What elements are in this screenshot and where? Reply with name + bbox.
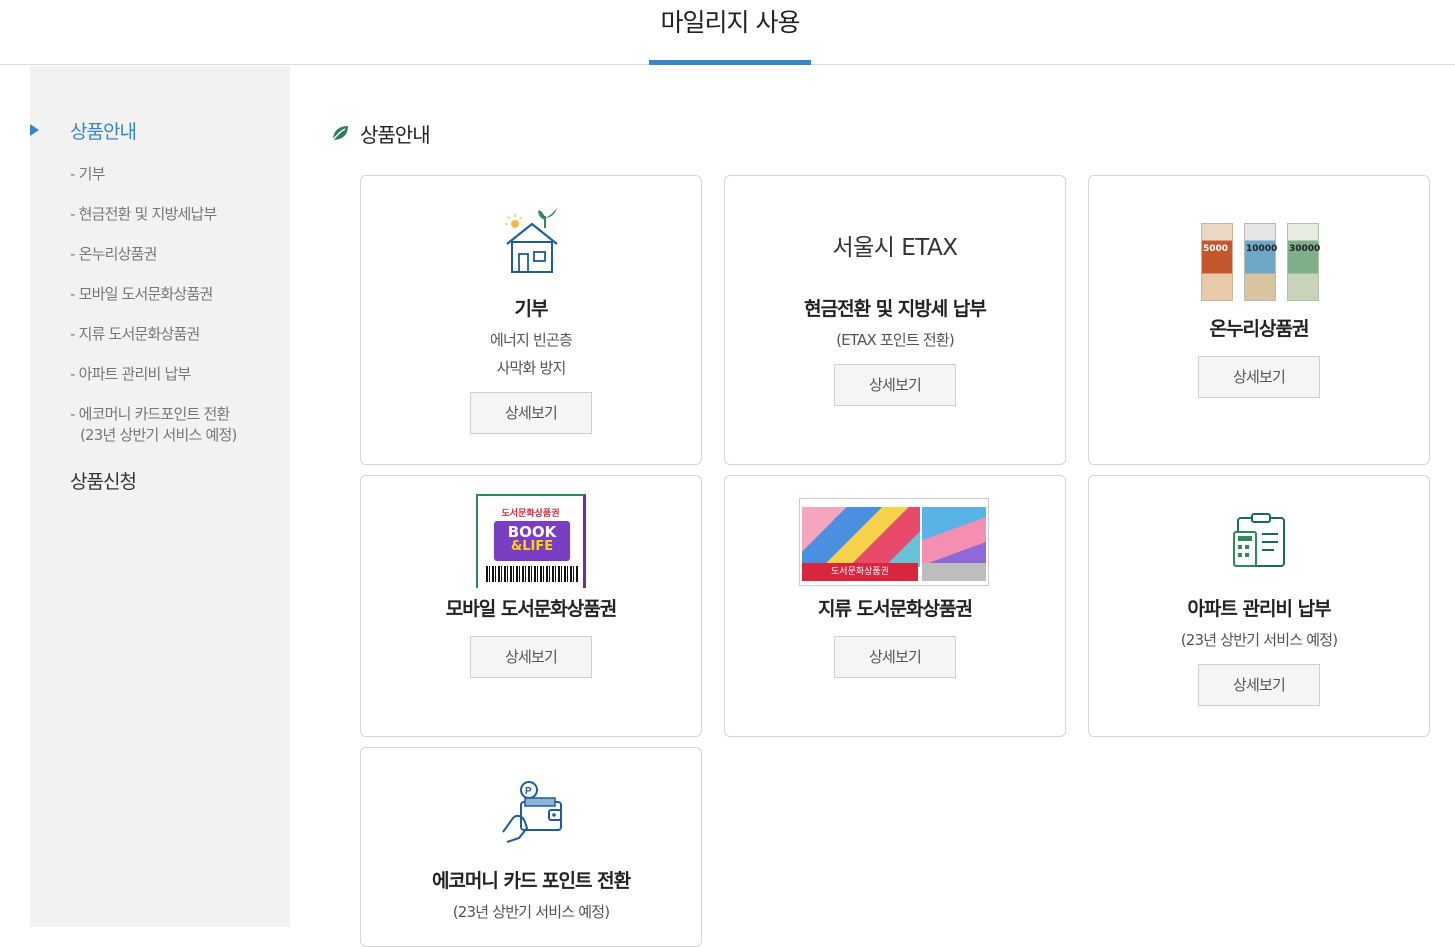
- active-tab-underline: [649, 60, 811, 65]
- product-card-onnuri: 5000 10000 30000 온누리상품권 상세보기: [1088, 175, 1430, 465]
- page-title-tab[interactable]: 마일리지 사용: [649, 0, 811, 65]
- card-desc-1: (23년 상반기 서비스 예정): [452, 903, 610, 921]
- calculator-clipboard-icon: [1233, 513, 1285, 567]
- card-title: 현금전환 및 지방세 납부: [804, 298, 987, 320]
- product-card-donation: 기부 에너지 빈곤층 사막화 방지 상세보기: [360, 175, 702, 465]
- detail-button[interactable]: 상세보기: [470, 636, 592, 678]
- sidebar-item-mobile-book[interactable]: - 모바일 도서문화상품권: [70, 284, 213, 305]
- card-title: 기부: [514, 298, 549, 320]
- etax-logo-text: 서울시 ETAX: [832, 235, 958, 261]
- active-arrow-icon: [30, 124, 39, 136]
- sidebar-section-product-apply[interactable]: 상품신청: [70, 467, 137, 494]
- voucher-5000: 5000: [1201, 223, 1233, 301]
- card-title: 아파트 관리비 납부: [1187, 598, 1331, 620]
- voucher-30000: 30000: [1287, 223, 1320, 301]
- mobile-book-card-image: 도서문화상품권 BOOK &LIFE: [476, 494, 586, 588]
- card-desc-1: (23년 상반기 서비스 예정): [1180, 631, 1338, 649]
- card-desc-2: 사막화 방지: [496, 359, 567, 377]
- detail-button[interactable]: 상세보기: [470, 392, 592, 434]
- card-desc-1: 에너지 빈곤층: [490, 331, 573, 349]
- sidebar-item-paper-book[interactable]: - 지류 도서문화상품권: [70, 324, 200, 345]
- illustration: [802, 507, 920, 567]
- scratch-area: [922, 563, 986, 581]
- section-header: 상품안내: [330, 118, 431, 148]
- product-card-mobile-book: 도서문화상품권 BOOK &LIFE 모바일 도서문화상품권 상세보기: [360, 475, 702, 737]
- sidebar: 상품안내 - 기부 - 현금전환 및 지방세납부 - 온누리상품권 - 모바일 …: [30, 66, 290, 927]
- house-plant-icon: [505, 208, 558, 273]
- sidebar-section-product-info[interactable]: 상품안내: [70, 117, 137, 144]
- card-title: 지류 도서문화상품권: [818, 598, 973, 620]
- sidebar-item-ecomoney-note: (23년 상반기 서비스 예정): [80, 426, 237, 444]
- illustration-right: [922, 507, 986, 567]
- sidebar-item-ecomoney[interactable]: - 에코머니 카드포인트 전환 (23년 상반기 서비스 예정): [70, 404, 237, 446]
- voucher-10000: 10000: [1244, 223, 1277, 301]
- card-title: 온누리상품권: [1209, 318, 1310, 340]
- svg-text:P: P: [525, 786, 532, 797]
- card-title: 에코머니 카드 포인트 전환: [431, 870, 631, 892]
- detail-button[interactable]: 상세보기: [834, 636, 956, 678]
- onnuri-voucher-image: 5000 10000 30000: [1201, 223, 1321, 303]
- sidebar-item-onnuri[interactable]: - 온누리상품권: [70, 244, 157, 265]
- detail-button[interactable]: 상세보기: [834, 364, 956, 406]
- wallet-card-icon: P: [502, 781, 562, 843]
- product-card-etax: 서울시 ETAX 현금전환 및 지방세 납부 (ETAX 포인트 전환) 상세보…: [724, 175, 1066, 465]
- product-card-ecomoney: P 에코머니 카드 포인트 전환 (23년 상반기 서비스 예정): [360, 747, 702, 947]
- sidebar-item-ecomoney-label: - 에코머니 카드포인트 전환: [70, 405, 230, 423]
- leaf-icon: [332, 126, 348, 141]
- top-header: 마일리지 사용: [0, 0, 1455, 65]
- detail-button[interactable]: 상세보기: [1198, 664, 1320, 706]
- sidebar-item-cash-tax[interactable]: - 현금전환 및 지방세납부: [70, 204, 217, 225]
- section-title: 상품안내: [360, 122, 431, 147]
- detail-button[interactable]: 상세보기: [1198, 356, 1320, 398]
- sidebar-item-apartment[interactable]: - 아파트 관리비 납부: [70, 364, 191, 385]
- card-title: 모바일 도서문화상품권: [445, 598, 617, 620]
- barcode: [486, 566, 578, 582]
- card-desc-1: (ETAX 포인트 전환): [836, 331, 955, 349]
- product-card-paper-book: 도서문화상품권 지류 도서문화상품권 상세보기: [724, 475, 1066, 737]
- paper-book-voucher-image: 도서문화상품권: [799, 498, 989, 586]
- product-card-apartment: 아파트 관리비 납부 (23년 상반기 서비스 예정) 상세보기: [1088, 475, 1430, 737]
- book-life-logo: BOOK &LIFE: [494, 521, 570, 561]
- sidebar-item-donation[interactable]: - 기부: [70, 164, 105, 185]
